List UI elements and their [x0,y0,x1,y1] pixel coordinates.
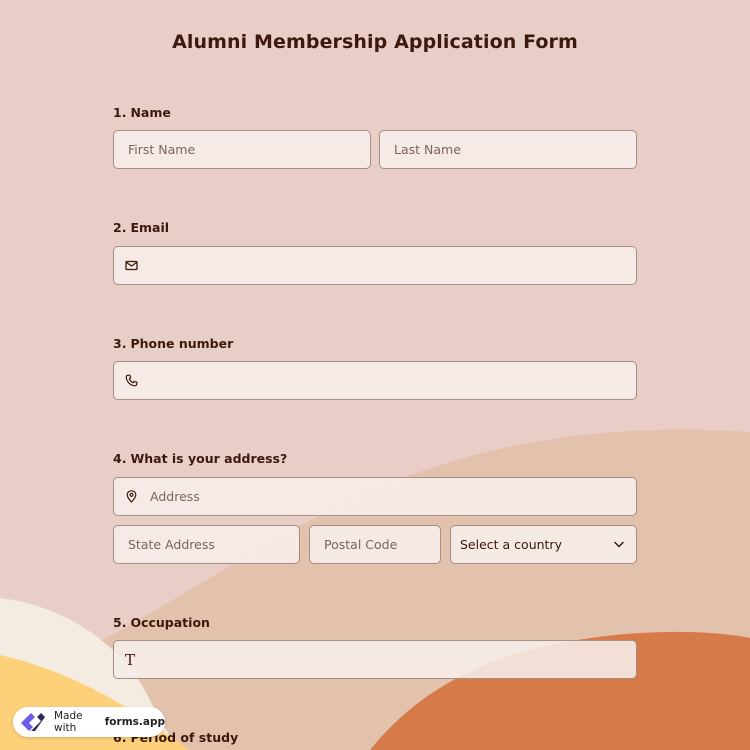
envelope-icon [124,259,138,273]
last-name-input[interactable]: Last Name [379,130,637,169]
question-occupation-label: 5. Occupation [113,615,210,630]
phone-icon [124,374,138,388]
state-address-placeholder: State Address [128,537,215,552]
question-name-label: 1. Name [113,105,171,120]
occupation-input[interactable]: T [113,640,637,679]
formsapp-logo-icon [18,710,48,734]
postal-code-input[interactable]: Postal Code [309,525,441,564]
chevron-down-icon [614,541,624,548]
postal-code-placeholder: Postal Code [324,537,398,552]
question-address-label: 4. What is your address? [113,451,288,466]
made-with-formsapp-badge[interactable]: Made with forms.app [13,707,165,737]
country-selected-value: Select a country [460,537,562,552]
state-address-input[interactable]: State Address [113,525,300,564]
address-placeholder: Address [150,489,200,504]
first-name-placeholder: First Name [128,142,196,157]
text-t-icon: T [125,650,136,669]
question-email-label: 2. Email [113,220,170,235]
badge-prefix: Made with [54,710,83,734]
first-name-input[interactable]: First Name [113,130,371,169]
form-page: Alumni Membership Application Form 1. Nam… [0,0,750,750]
phone-input[interactable] [113,361,637,400]
question-phone-label: 3. Phone number [113,336,234,351]
email-input[interactable] [113,246,637,285]
address-input[interactable]: Address [113,477,637,516]
location-pin-icon [124,490,138,504]
badge-brand: forms.app [104,716,165,728]
country-select[interactable]: Select a country [450,525,637,564]
last-name-placeholder: Last Name [394,142,461,157]
form-title: Alumni Membership Application Form [172,31,578,53]
